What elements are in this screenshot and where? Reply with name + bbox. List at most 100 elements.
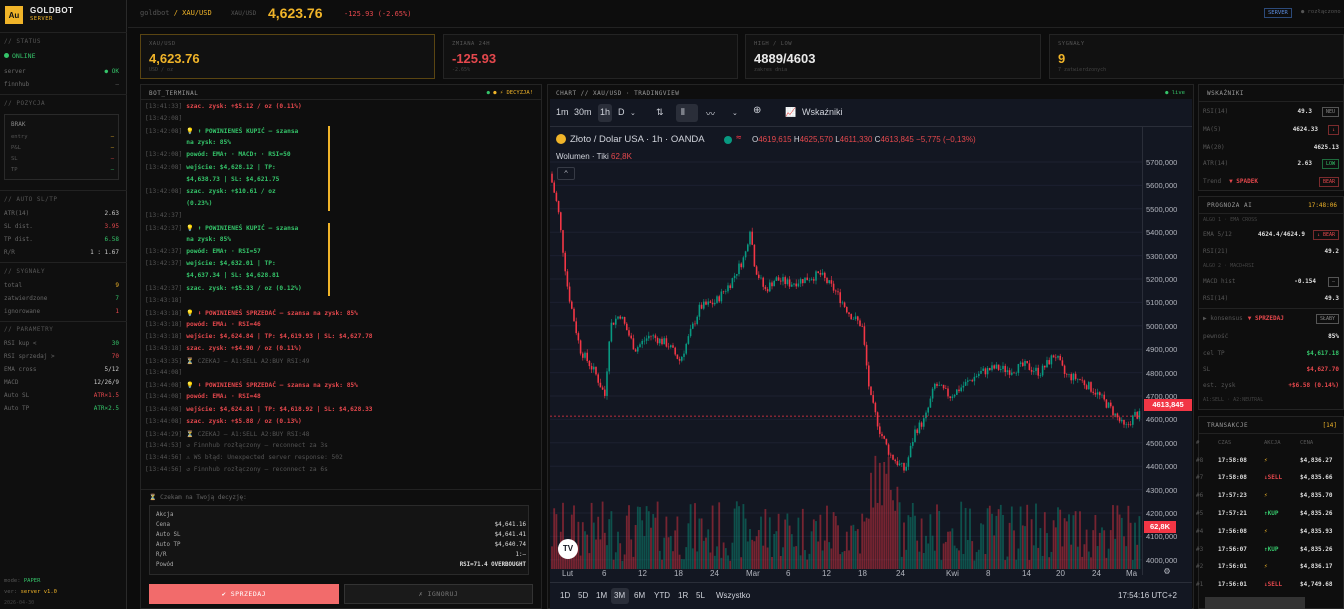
- indicators-icon[interactable]: 📈: [785, 107, 796, 118]
- range-1r[interactable]: 1R: [678, 591, 688, 600]
- transaction-row[interactable]: #3 17:56:07 ↑KUP $4,835.26: [1196, 542, 1344, 556]
- transaction-row[interactable]: #6 17:57:23 ⚡ $4,835.70: [1196, 489, 1344, 503]
- ignore-button[interactable]: ✗ IGNORUJ: [344, 584, 533, 604]
- signal-marker: [328, 126, 330, 211]
- log-line: [13:44:56] ⚠ WS błąd: Unexpected server r…: [145, 453, 343, 461]
- log-line: [13:42:37] 💡 ⬆ POWINIENEŚ KUPIĆ — szansa: [145, 225, 299, 232]
- range-ytd[interactable]: YTD: [654, 591, 670, 600]
- brand-sub: SERVER: [30, 16, 53, 22]
- transactions-title: TRANSAKCJE: [1207, 422, 1249, 429]
- log-line: [13:42:08] 💡 ⬆ POWINIENEŚ KUPIĆ — szansa: [145, 128, 299, 136]
- time-tick: 12: [822, 569, 831, 578]
- range-3m[interactable]: 3M: [614, 591, 625, 600]
- position-row: P&L —: [11, 145, 114, 151]
- logo: Au: [5, 6, 23, 24]
- price-tick: 5600,000: [1146, 181, 1178, 191]
- chart-type-icon[interactable]: 〰: [706, 107, 715, 120]
- log-line: [13:44:08] szac. zysk: +$5.88 / oz (0.13%…: [145, 417, 302, 425]
- price-tick: 4200,000: [1146, 509, 1178, 518]
- indicators-title: WSKAŹNIKI: [1207, 90, 1245, 97]
- card-value: 4,623.76: [149, 51, 200, 66]
- signals-title: // SYGNAŁY: [4, 268, 46, 275]
- range-wszystko[interactable]: Wszystko: [716, 591, 750, 600]
- rsi14-row: RSI(14) 49.3: [1203, 295, 1339, 302]
- volume-tag: 62,8K: [1144, 521, 1176, 533]
- tradingview-logo-icon[interactable]: TV: [558, 539, 578, 559]
- interval-d[interactable]: D: [618, 107, 625, 117]
- candles-icon[interactable]: ⫴: [681, 107, 685, 118]
- interval-dropdown-icon[interactable]: ⌄: [630, 109, 636, 117]
- header-price: 4,623.76: [268, 5, 323, 21]
- decision-box: Akcja Cena $4,641.16 Auto SL $4,641.41 Aut…: [149, 505, 529, 575]
- price-tick: 4600,000: [1146, 415, 1178, 425]
- decision-badge: ● ● ⚡ DECYZJA!: [486, 90, 533, 96]
- range-5d[interactable]: 5D: [578, 591, 588, 600]
- chart-type-dropdown-icon[interactable]: ⌄: [732, 109, 738, 117]
- indicator-rsi: RSI(14) 49.3 NEU: [1203, 105, 1339, 118]
- terminal-log[interactable]: [13:41:33] szac. zysk: +$5.12 / oz (0.11%…: [145, 103, 537, 483]
- price-chart[interactable]: [550, 129, 1142, 579]
- price-tick: 5300,000: [1146, 251, 1178, 261]
- confidence-row: pewność 85%: [1203, 333, 1339, 340]
- decision-row: Auto SL $4,641.41: [156, 532, 526, 538]
- sell-button[interactable]: ✔ SPRZEDAJ: [149, 584, 339, 604]
- scrollbar[interactable]: [1205, 597, 1305, 609]
- rsi21-row: RSI(21) 49.2: [1203, 248, 1339, 255]
- transaction-row[interactable]: #4 17:56:08 ⚡ $4,835.93: [1196, 524, 1344, 538]
- transaction-row[interactable]: #7 17:58:08 ↓SELL $4,835.66: [1196, 471, 1344, 485]
- time-tick: 20: [1056, 569, 1065, 578]
- card-value: -125.93: [452, 51, 497, 66]
- waiting-text: ⏳ Czekam na Twoją decyzję:: [149, 494, 247, 501]
- tv-toolbar: [550, 99, 1192, 127]
- compare-icon[interactable]: ⇅: [656, 107, 664, 118]
- transaction-row[interactable]: #1 17:56:01 ↓SELL $4,749.68: [1196, 578, 1344, 592]
- algo1-label: ALGO 1 · EMA CROSS: [1203, 217, 1258, 223]
- card-value: 9: [1058, 51, 1066, 66]
- decision-row: Auto TP $4,640.74: [156, 542, 526, 548]
- tp-target-row: cel TP $4,617.18: [1203, 350, 1339, 357]
- macd-row: MACD hist -0.154—: [1203, 275, 1339, 288]
- range-5l[interactable]: 5L: [696, 591, 705, 600]
- settings-gear-icon[interactable]: ⚙: [1164, 566, 1170, 577]
- log-line: [13:41:33] szac. zysk: +$5.12 / oz (0.11%…: [145, 103, 302, 110]
- time-tick: Ma: [1126, 569, 1138, 578]
- chart-title: CHART // XAU/USD · TRADINGVIEW: [556, 90, 680, 97]
- transaction-row[interactable]: #8 17:58:08 ⚡ $4,836.27: [1196, 453, 1344, 467]
- position-row: entry —: [11, 134, 114, 140]
- status-title: // STATUS: [4, 38, 42, 45]
- transactions-count: [14]: [1322, 422, 1337, 429]
- transaction-row[interactable]: #2 17:56:01 ⚡ $4,836.17: [1196, 560, 1344, 574]
- log-line: [13:43:18]: [145, 296, 183, 304]
- time-tick: 18: [674, 569, 683, 578]
- log-line: [13:43:18] 💡 ⬇ POWINIENEŚ SPRZEDAĆ — szan…: [145, 309, 358, 317]
- log-line: [13:42:37] wejście: $4,632.01 | TP:: [145, 260, 276, 268]
- signals-approved-row: zatwierdzone 7: [4, 295, 119, 302]
- interval-1m[interactable]: 1m: [556, 107, 569, 117]
- time-tick: 18: [858, 569, 867, 578]
- sl-target-row: SL $4,627.70: [1203, 366, 1339, 373]
- log-line: [13:44:56] ↺ Finnhub rozłączony — reconne…: [145, 466, 328, 473]
- decision-row: Akcja: [156, 512, 174, 518]
- interval-30m[interactable]: 30m: [574, 107, 592, 117]
- price-tick: 4800,000: [1146, 368, 1178, 378]
- range-6m[interactable]: 6M: [634, 591, 645, 600]
- algo2-label: ALGO 2 · MACD+RSI: [1203, 263, 1255, 269]
- transactions-header: # CZAS AKCJA CENA: [1196, 440, 1314, 446]
- finnhub-row: finnhub —: [4, 81, 119, 88]
- chart-panel: CHART // XAU/USD · TRADINGVIEW ● live 1m…: [547, 84, 1194, 609]
- log-line: [13:42:08] wejście: $4,628.12 | TP:: [145, 163, 276, 171]
- indicators-button[interactable]: Wskaźniki: [802, 107, 843, 117]
- interval-1h[interactable]: 1h: [600, 107, 610, 117]
- range-1m[interactable]: 1M: [596, 591, 607, 600]
- log-line: [13:42:37]: [145, 211, 183, 219]
- forecast-footer: A1:SELL · A2:NEUTRAL: [1203, 397, 1264, 403]
- transaction-row[interactable]: #5 17:57:21 ↑KUP $4,835.26: [1196, 506, 1344, 520]
- range-1d[interactable]: 1D: [560, 591, 570, 600]
- chart-clock: 17:54:16 UTC+2: [1118, 591, 1177, 600]
- time-tick: 24: [896, 569, 905, 578]
- price-tick: 4400,000: [1146, 462, 1178, 472]
- price-tick: 5000,000: [1146, 321, 1178, 331]
- tradingview-widget[interactable]: 1m 30m 1h D ⌄ ⇅ ⫴ 〰 ⌄ ⊕ 📈 Wskaźniki Złot…: [550, 99, 1192, 609]
- time-tick: Lut: [562, 569, 574, 578]
- add-indicator-icon[interactable]: ⊕: [753, 105, 761, 116]
